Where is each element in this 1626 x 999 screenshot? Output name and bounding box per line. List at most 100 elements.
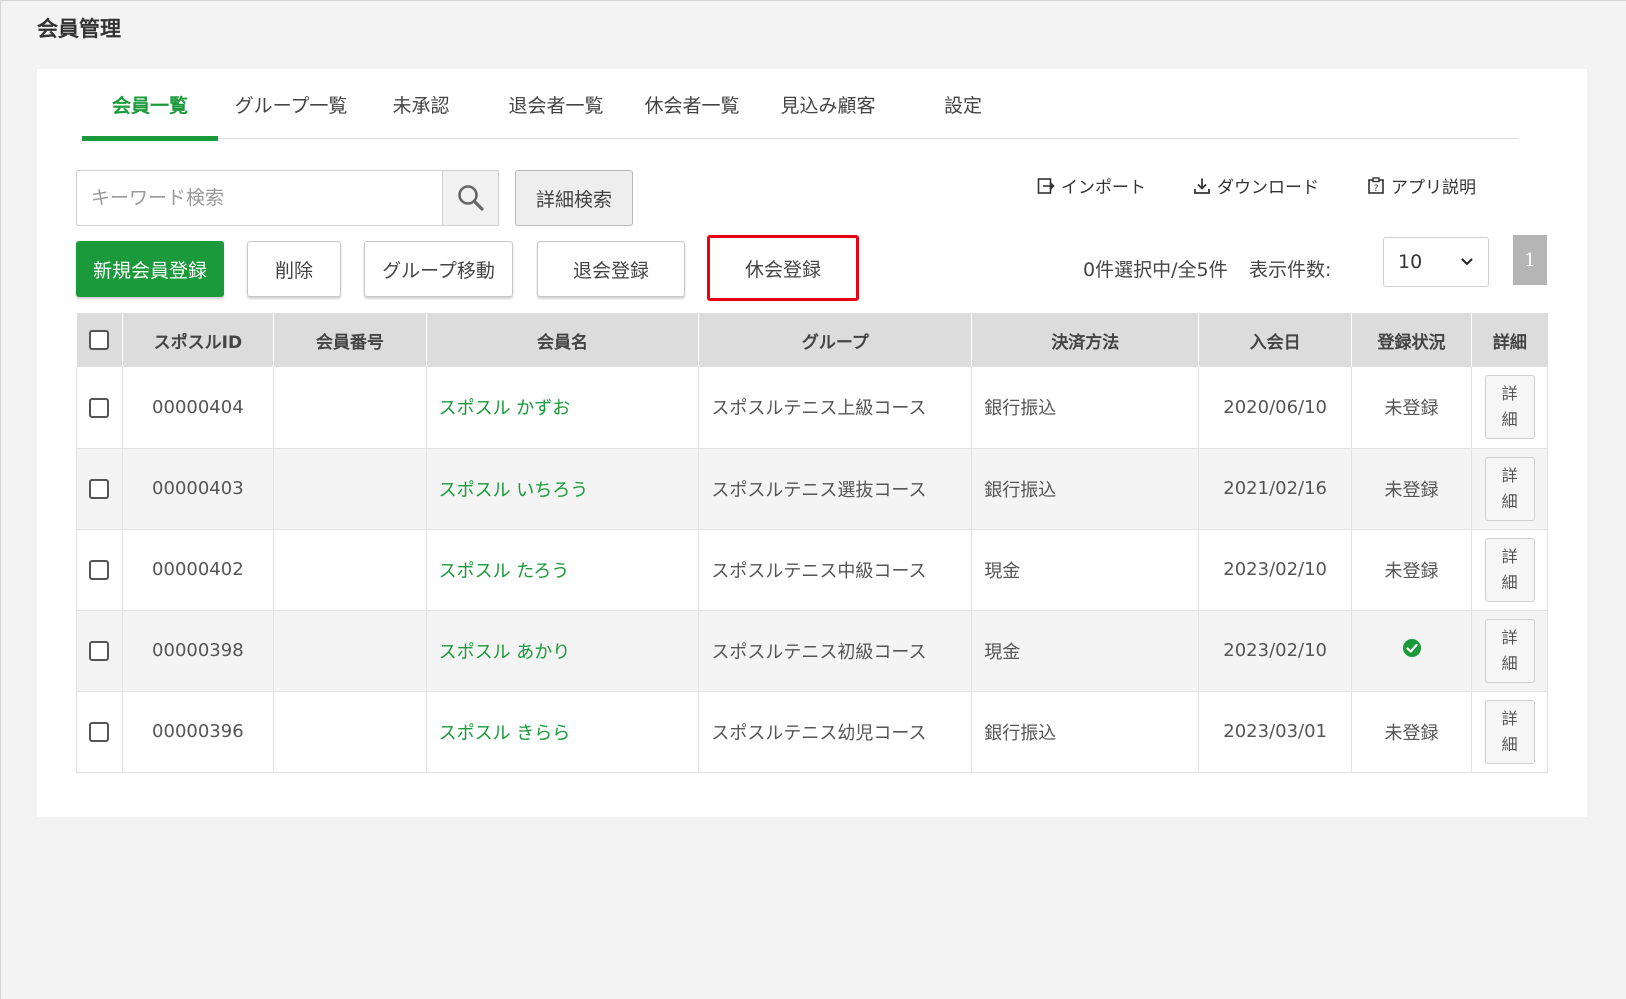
- download-label: ダウンロード: [1217, 178, 1319, 198]
- header-status[interactable]: 登録状況: [1351, 313, 1473, 367]
- member-name-link[interactable]: スポスル かずお: [439, 398, 571, 419]
- detail-cell: 詳細: [1471, 529, 1548, 611]
- member-number: [273, 448, 427, 530]
- row-checkbox[interactable]: [89, 479, 110, 499]
- member-payment: 銀行振込: [971, 691, 1200, 773]
- member-joined: 2020/06/10: [1198, 367, 1352, 449]
- member-joined: 2023/02/10: [1198, 529, 1352, 611]
- member-number: [273, 367, 427, 449]
- detail-label-1: 詳: [1501, 627, 1518, 647]
- row-select-cell: [76, 529, 123, 611]
- detail-button[interactable]: 詳細: [1484, 618, 1535, 683]
- main-panel: 会員一覧 グループ一覧 未承認 退会者一覧 休会者一覧 見込み顧客 設定 詳細検…: [37, 69, 1587, 817]
- detail-label-2: 細: [1501, 653, 1518, 673]
- search-icon: [457, 185, 484, 211]
- member-id: 00000398: [122, 610, 275, 692]
- member-table: スポスルID 会員番号 会員名 グループ 決済方法 入会日 登録状況 詳細 00…: [76, 313, 1548, 773]
- import-label: インポート: [1061, 178, 1146, 198]
- header-number[interactable]: 会員番号: [273, 313, 427, 367]
- tab-unapproved[interactable]: 未承認: [386, 91, 456, 139]
- detail-button[interactable]: 詳細: [1484, 699, 1535, 764]
- download-icon: [1194, 178, 1210, 194]
- header-payment[interactable]: 決済方法: [971, 313, 1200, 367]
- svg-text:?: ?: [1374, 184, 1379, 194]
- header-joined[interactable]: 入会日: [1198, 313, 1352, 367]
- withdraw-register-button[interactable]: 退会登録: [537, 241, 685, 297]
- search-input[interactable]: [77, 171, 442, 225]
- help-document-icon: ?: [1368, 176, 1384, 194]
- row-select-cell: [76, 448, 123, 530]
- tab-group-list[interactable]: グループ一覧: [226, 91, 356, 139]
- advanced-search-button[interactable]: 詳細検索: [515, 170, 633, 226]
- suspend-register-button[interactable]: 休会登録: [707, 235, 859, 301]
- row-checkbox[interactable]: [89, 641, 110, 661]
- table-row: 00000404 スポスル かずお スポスルテニス上級コース 銀行振込 2020…: [76, 367, 1548, 449]
- member-name-link[interactable]: スポスル あかり: [439, 642, 571, 663]
- member-status: 未登録: [1351, 448, 1473, 530]
- member-id: 00000403: [122, 448, 275, 530]
- perpage-select[interactable]: 10: [1383, 237, 1489, 287]
- detail-label-1: 詳: [1501, 384, 1518, 404]
- tab-settings[interactable]: 設定: [940, 91, 986, 139]
- detail-cell: 詳細: [1471, 691, 1548, 773]
- member-joined: 2023/03/01: [1198, 691, 1352, 773]
- select-all-checkbox[interactable]: [89, 330, 110, 350]
- member-number: [273, 691, 427, 773]
- member-name-cell: スポスル きらら: [426, 691, 700, 773]
- detail-cell: 詳細: [1471, 367, 1548, 449]
- header-id[interactable]: スポスルID: [122, 313, 275, 367]
- tab-prospects[interactable]: 見込み顧客: [778, 91, 878, 139]
- member-group: スポスルテニス初級コース: [698, 610, 973, 692]
- detail-cell: 詳細: [1471, 448, 1548, 530]
- chevron-down-icon: [1461, 258, 1473, 266]
- header-name[interactable]: 会員名: [426, 313, 700, 367]
- member-joined: 2023/02/10: [1198, 610, 1352, 692]
- header-group[interactable]: グループ: [698, 313, 973, 367]
- member-group: スポスルテニス幼児コース: [698, 691, 973, 773]
- delete-button[interactable]: 削除: [247, 241, 341, 297]
- member-group: スポスルテニス選抜コース: [698, 448, 973, 530]
- detail-label-2: 細: [1501, 491, 1518, 511]
- selection-count: 0件選択中/全5件: [1083, 259, 1228, 281]
- table-row: 00000402 スポスル たろう スポスルテニス中級コース 現金 2023/0…: [76, 529, 1548, 611]
- detail-cell: 詳細: [1471, 610, 1548, 692]
- row-select-cell: [76, 691, 123, 773]
- row-checkbox[interactable]: [89, 560, 110, 580]
- app-help-label: アプリ説明: [1391, 178, 1476, 198]
- download-link[interactable]: ダウンロード: [1193, 173, 1319, 198]
- member-name-link[interactable]: スポスル いちろう: [439, 480, 589, 501]
- member-name-link[interactable]: スポスル きらら: [439, 723, 571, 744]
- tab-withdrawn-list[interactable]: 退会者一覧: [506, 91, 606, 139]
- member-name-cell: スポスル かずお: [426, 367, 700, 449]
- tab-bar: 会員一覧 グループ一覧 未承認 退会者一覧 休会者一覧 見込み顧客 設定: [82, 69, 1518, 141]
- member-number: [273, 610, 427, 692]
- member-status: 未登録: [1351, 367, 1473, 449]
- member-status-cell: [1351, 610, 1473, 692]
- row-checkbox[interactable]: [89, 722, 110, 742]
- detail-button[interactable]: 詳細: [1484, 537, 1535, 602]
- member-status: 未登録: [1351, 691, 1473, 773]
- import-link[interactable]: インポート: [1037, 173, 1146, 198]
- member-name-link[interactable]: スポスル たろう: [439, 561, 570, 582]
- detail-label-2: 細: [1501, 734, 1518, 754]
- tab-member-list[interactable]: 会員一覧: [82, 91, 218, 141]
- row-checkbox[interactable]: [89, 397, 110, 418]
- member-name-cell: スポスル あかり: [426, 610, 700, 692]
- search-button[interactable]: [442, 171, 498, 225]
- page-title: 会員管理: [37, 17, 121, 41]
- header-detail: 詳細: [1471, 313, 1548, 367]
- import-icon: [1037, 177, 1055, 194]
- detail-button[interactable]: 詳細: [1484, 375, 1535, 440]
- app-help-link[interactable]: ? アプリ説明: [1367, 173, 1476, 198]
- group-move-button[interactable]: グループ移動: [364, 241, 513, 297]
- tab-suspended-list[interactable]: 休会者一覧: [642, 91, 742, 139]
- member-payment: 現金: [971, 610, 1200, 692]
- pagination-page-1[interactable]: 1: [1513, 235, 1547, 285]
- detail-label-1: 詳: [1501, 708, 1518, 728]
- registered-check-icon: [1402, 639, 1421, 657]
- search-box: [76, 170, 499, 226]
- perpage-label: 表示件数:: [1249, 259, 1332, 281]
- detail-button[interactable]: 詳細: [1484, 456, 1535, 521]
- member-number: [273, 529, 427, 611]
- new-member-button[interactable]: 新規会員登録: [76, 241, 224, 297]
